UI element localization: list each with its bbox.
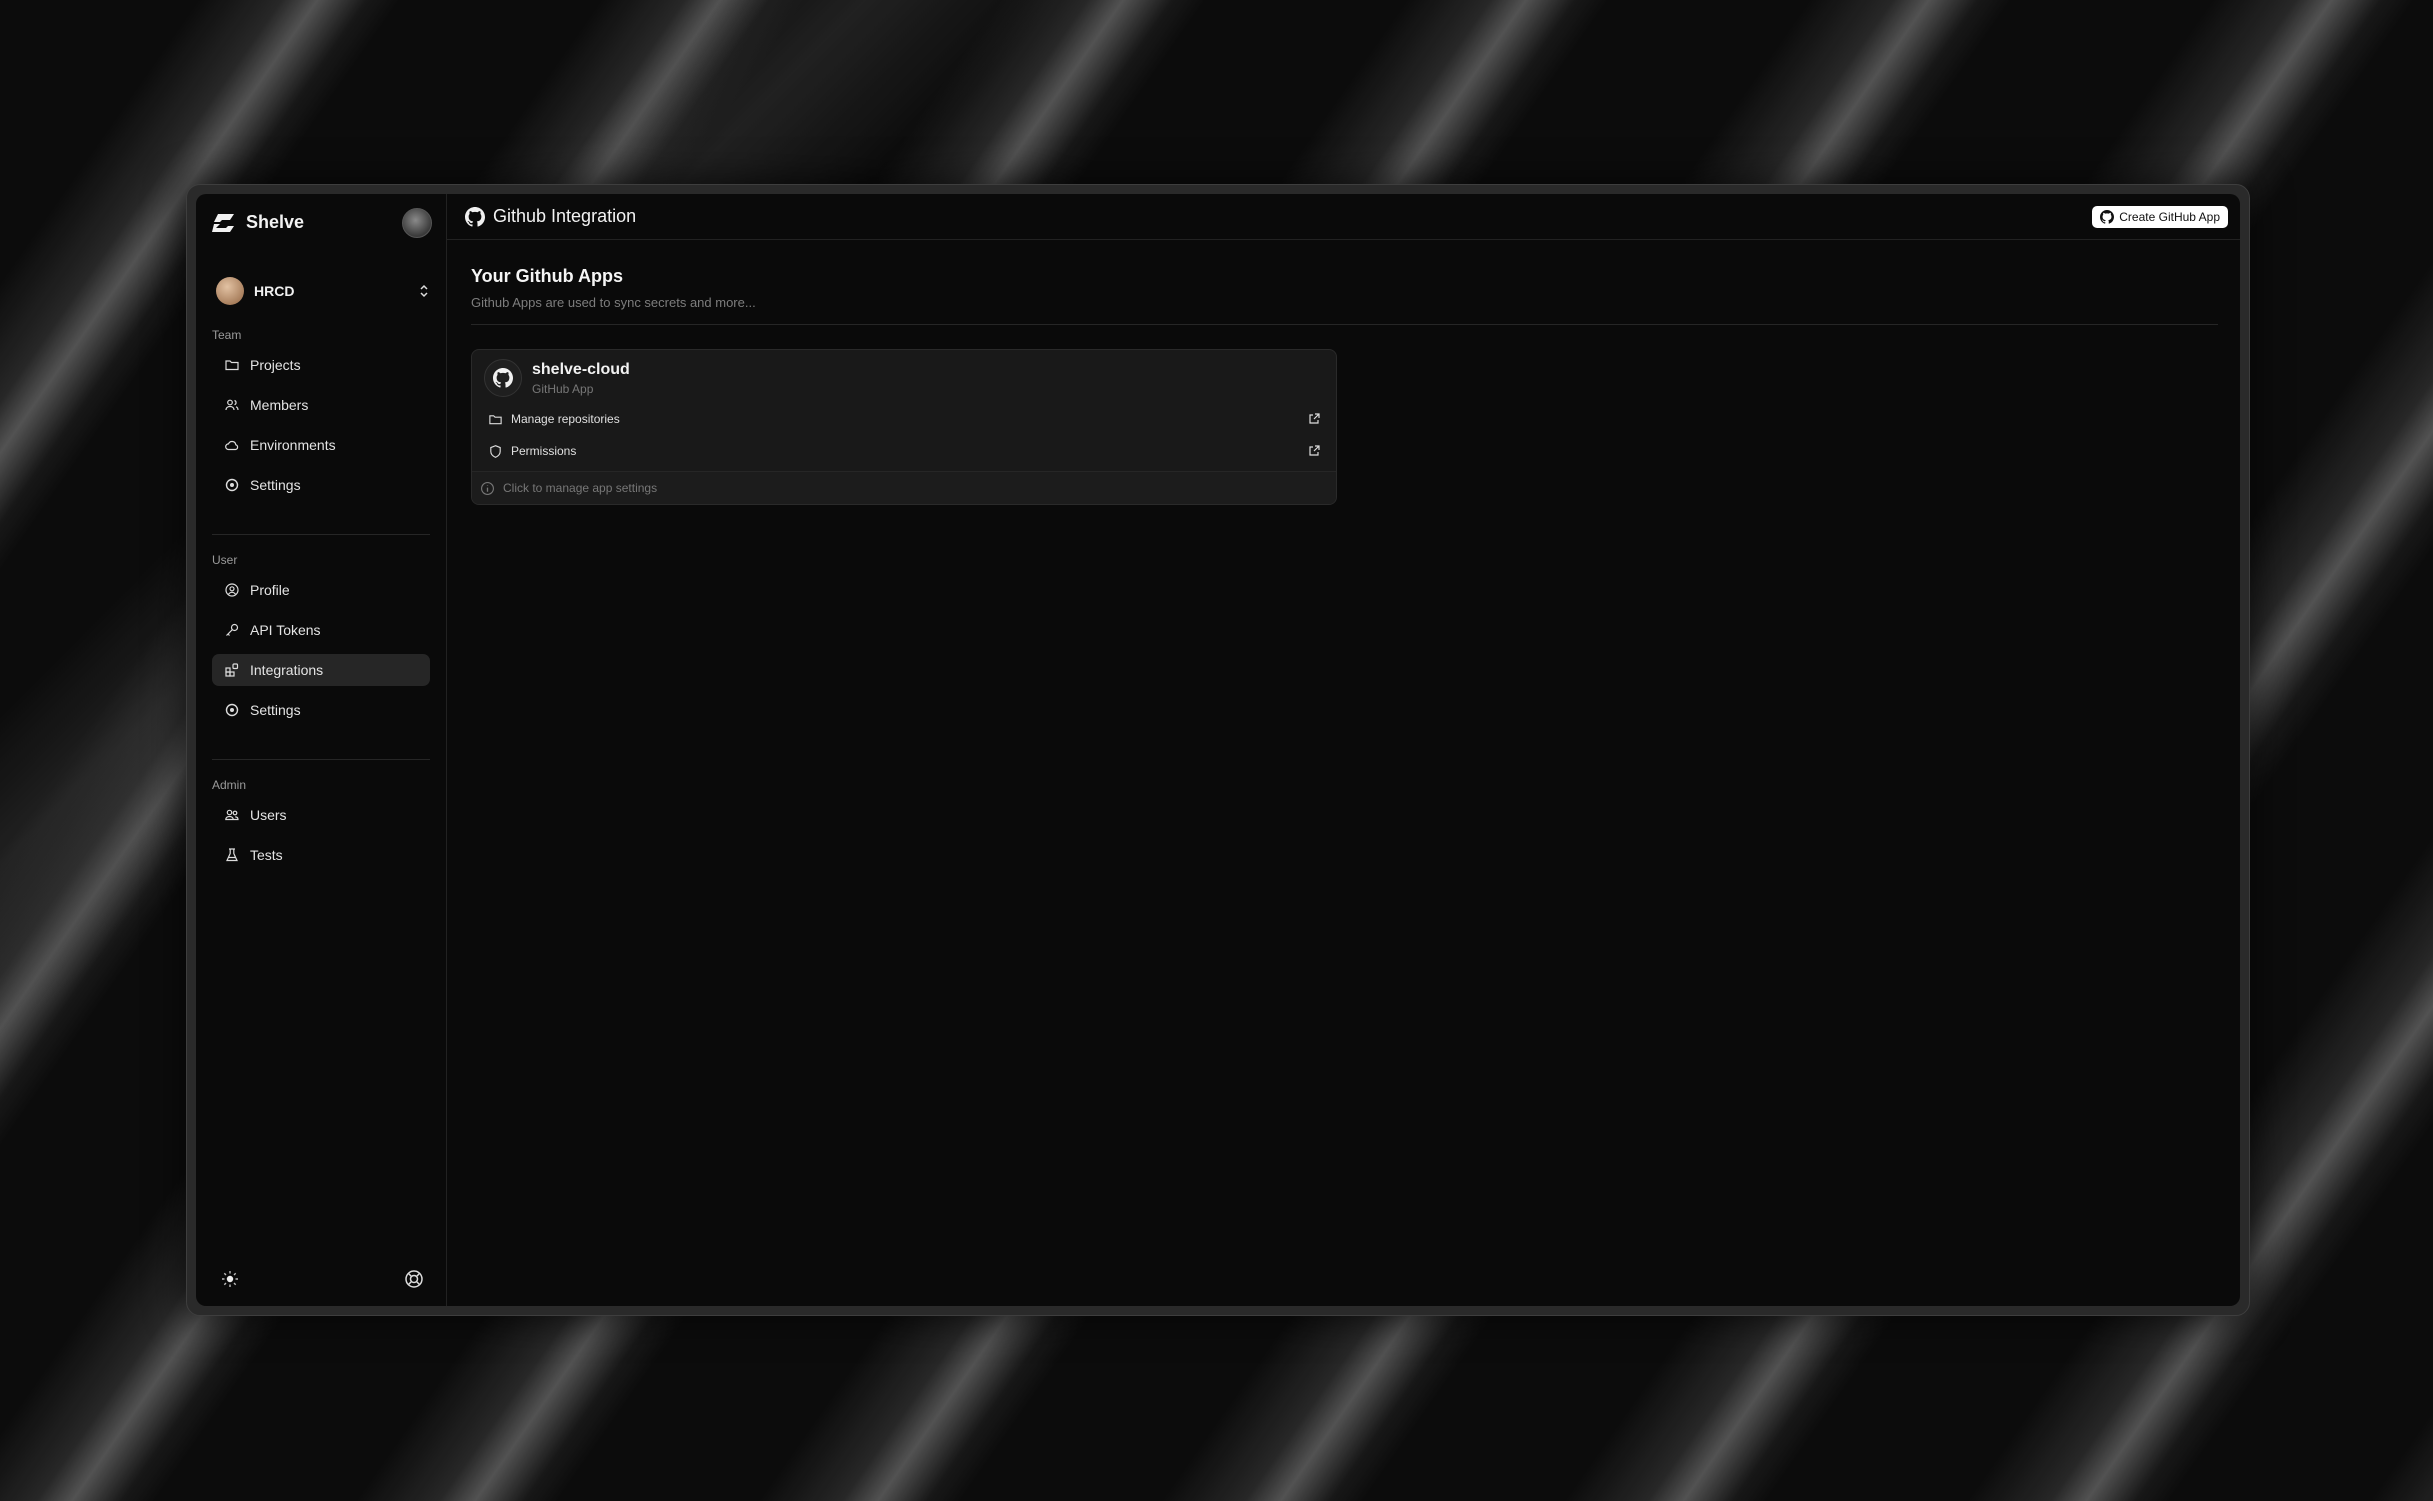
sidebar-item-environments[interactable]: Environments <box>212 429 430 461</box>
sidebar-item-label: Settings <box>250 477 301 493</box>
permissions-link[interactable]: Permissions <box>472 435 1336 467</box>
divider <box>212 534 430 535</box>
app-header[interactable]: shelve-cloud GitHub App <box>472 350 1336 403</box>
brand[interactable]: Shelve <box>212 212 304 233</box>
sidebar-item-projects[interactable]: Projects <box>212 349 430 381</box>
integrations-icon <box>225 663 239 677</box>
github-icon <box>465 206 485 227</box>
sidebar-item-label: Environments <box>250 437 336 453</box>
flask-icon <box>226 848 238 862</box>
team-name: HRCD <box>254 283 295 299</box>
sidebar-item-label: Tests <box>250 847 283 863</box>
team-switcher[interactable]: HRCD <box>216 276 430 306</box>
app-name: shelve-cloud <box>532 360 630 378</box>
info-icon <box>481 481 494 495</box>
section-label-team: Team <box>212 328 242 342</box>
divider <box>212 759 430 760</box>
brand-name: Shelve <box>246 212 305 232</box>
sidebar-item-label: Integrations <box>250 662 324 678</box>
create-github-app-button[interactable]: Create GitHub App <box>2092 205 2228 228</box>
main-panel: Github Integration Create GitHub App You… <box>447 194 2240 1306</box>
sidebar-item-members[interactable]: Members <box>212 389 430 421</box>
sidebar-item-label: Users <box>250 807 287 823</box>
users-group-icon <box>225 809 239 821</box>
sidebar-item-tests[interactable]: Tests <box>212 839 430 871</box>
github-icon <box>493 368 513 388</box>
page-title: Github Integration <box>493 206 637 226</box>
footer-text: Click to manage app settings <box>503 481 658 495</box>
action-label: Manage repositories <box>511 412 620 426</box>
sidebar-item-api-tokens[interactable]: API Tokens <box>212 614 430 646</box>
settings-icon <box>225 478 239 492</box>
cloud-icon <box>225 440 239 451</box>
external-link-icon <box>1309 445 1320 456</box>
external-link-icon <box>1309 413 1320 424</box>
app-settings-footer[interactable]: Click to manage app settings <box>472 471 1336 504</box>
app-window: Shelve HRCD Team Projects Members Enviro… <box>186 184 2250 1316</box>
team-avatar <box>216 277 244 305</box>
sidebar-item-profile[interactable]: Profile <box>212 574 430 606</box>
shield-icon <box>490 444 501 458</box>
sidebar-item-user-settings[interactable]: Settings <box>212 694 430 726</box>
shelve-logo-icon <box>212 213 234 232</box>
key-icon <box>226 623 239 636</box>
sidebar-item-label: Members <box>250 397 309 413</box>
section-label-user: User <box>212 553 238 567</box>
app-type: GitHub App <box>532 381 594 396</box>
section-heading: Your Github Apps <box>471 266 623 286</box>
divider <box>471 324 2218 325</box>
sidebar-item-team-settings[interactable]: Settings <box>212 469 430 501</box>
user-avatar[interactable] <box>402 208 432 238</box>
create-button-label: Create GitHub App <box>2119 209 2220 224</box>
action-label: Permissions <box>511 444 577 458</box>
sidebar-item-label: Settings <box>250 702 301 718</box>
sidebar-item-users[interactable]: Users <box>212 799 430 831</box>
folder-icon <box>489 414 502 424</box>
settings-icon <box>225 703 239 717</box>
sidebar-item-integrations[interactable]: Integrations <box>212 654 430 686</box>
manage-repositories-link[interactable]: Manage repositories <box>472 403 1336 435</box>
sidebar: Shelve HRCD Team Projects Members Enviro… <box>196 194 447 1306</box>
user-circle-icon <box>225 583 239 597</box>
lifebuoy-icon[interactable] <box>404 1269 424 1289</box>
sidebar-item-label: Projects <box>250 357 301 373</box>
sun-icon[interactable] <box>220 1269 240 1289</box>
github-icon <box>2100 209 2115 224</box>
folder-icon <box>225 360 239 371</box>
chevron-up-down-icon <box>420 284 428 298</box>
sidebar-item-label: Profile <box>250 582 290 598</box>
github-app-card[interactable]: shelve-cloud GitHub App Manage repositor… <box>471 349 1337 505</box>
app-avatar <box>484 359 522 397</box>
sidebar-item-label: API Tokens <box>250 622 321 638</box>
topbar: Github Integration Create GitHub App <box>447 194 2240 240</box>
content: Your Github Apps Github Apps are used to… <box>447 266 2240 505</box>
section-subheading: Github Apps are used to sync secrets and… <box>471 295 756 310</box>
section-label-admin: Admin <box>212 778 247 792</box>
users-icon <box>225 399 239 411</box>
